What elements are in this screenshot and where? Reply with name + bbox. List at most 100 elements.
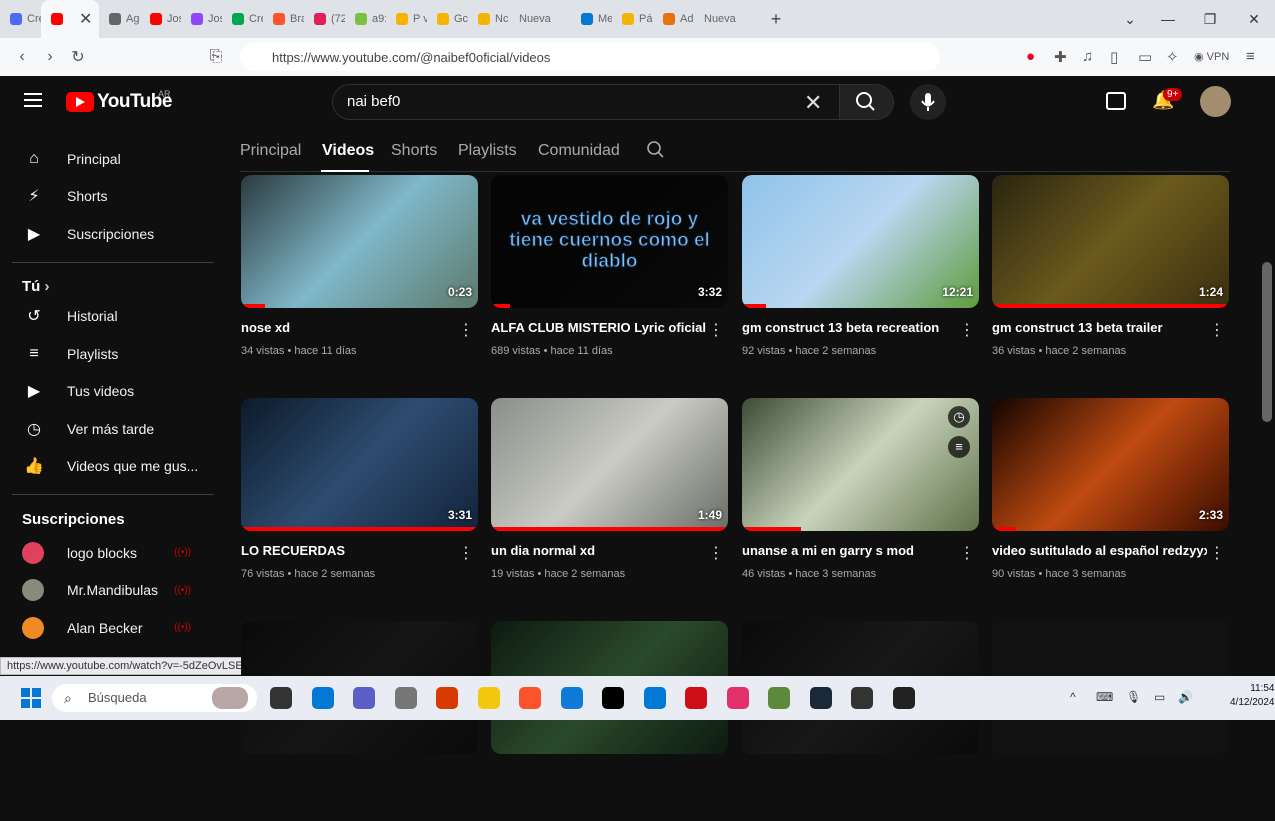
forward-button[interactable]: › — [36, 48, 64, 66]
browser-tab[interactable]: Jos — [181, 0, 222, 38]
taskbar-app-icon[interactable] — [560, 687, 583, 709]
browser-tab[interactable]: Me — [571, 0, 612, 38]
taskbar-app-icon[interactable] — [353, 687, 375, 709]
video-more-options-icon[interactable]: ⋮ — [458, 320, 474, 340]
video-card[interactable] — [491, 621, 728, 821]
video-title[interactable]: nose xd — [241, 320, 456, 335]
video-title[interactable]: gm construct 13 beta trailer — [992, 320, 1207, 335]
sidebar-item-tus-videos[interactable]: ▶ Tus videos — [0, 373, 215, 410]
tab-playlists[interactable]: Playlists — [458, 142, 517, 160]
browser-tab[interactable]: P v — [386, 0, 427, 38]
tab-videos[interactable]: Videos — [322, 142, 374, 160]
hamburger-menu-icon[interactable] — [24, 93, 42, 107]
taskbar-app-icon[interactable] — [519, 687, 541, 709]
taskbar-app-icon[interactable] — [394, 687, 417, 709]
video-thumbnail[interactable]: va vestido de rojo y tiene cuernos como … — [491, 175, 728, 308]
browser-tab[interactable]: Ag — [99, 0, 140, 38]
video-more-options-icon[interactable]: ⋮ — [959, 320, 975, 340]
video-more-options-icon[interactable]: ⋮ — [959, 543, 975, 563]
browser-tab[interactable]: Bra — [263, 0, 304, 38]
sidebar-item-historial[interactable]: ↺ Historial — [0, 298, 215, 335]
new-tab-button[interactable]: + — [756, 9, 796, 30]
video-title[interactable]: ALFA CLUB MISTERIO Lyric oficial — [491, 320, 706, 335]
taskbar-app-icon[interactable] — [643, 687, 666, 709]
video-card[interactable] — [992, 621, 1229, 821]
taskbar-app-icon[interactable] — [685, 687, 707, 709]
video-card[interactable]: va vestido de rojo y tiene cuernos como … — [491, 175, 728, 375]
tab-comunidad[interactable]: Comunidad — [538, 142, 620, 160]
browser-tab[interactable]: Pác — [612, 0, 653, 38]
taskbar-app-icon[interactable] — [851, 687, 873, 709]
video-title[interactable]: unanse a mi en garry s mod — [742, 543, 957, 558]
browser-tab[interactable]: Ad — [653, 0, 694, 38]
account-avatar[interactable] — [1200, 86, 1231, 117]
video-thumbnail[interactable]: ◷ ≡ — [742, 398, 979, 531]
subscription-item[interactable]: Mr.Mandibulas ((•)) — [0, 572, 215, 609]
network-icon[interactable]: ▭ — [1154, 690, 1165, 704]
taskbar-app-icon[interactable] — [602, 687, 624, 709]
bookmark-icon[interactable]: ⎘ — [202, 48, 230, 66]
volume-icon[interactable]: 🔊 — [1178, 690, 1193, 704]
taskbar-clock[interactable]: 11:54 4/12/2024 — [1230, 682, 1275, 710]
browser-tab[interactable]: Cre — [222, 0, 263, 38]
video-card[interactable]: 1:49 un dia normal xd 19 vistas • hace 2 s… — [491, 398, 728, 598]
sidebar-icon[interactable]: ▯ — [1110, 48, 1118, 66]
video-card[interactable]: ◷ ≡ unanse a mi en garry s mod 46 vistas • … — [742, 398, 979, 598]
channel-search-icon[interactable] — [646, 140, 666, 165]
taskbar-app-icon[interactable] — [809, 687, 832, 709]
taskbar-app-icon[interactable] — [726, 687, 749, 709]
tab-principal[interactable]: Principal — [240, 142, 301, 160]
taskbar-app-icon[interactable] — [270, 687, 292, 709]
watch-later-hover-icon[interactable]: ◷ — [948, 406, 970, 428]
windows-start-icon[interactable] — [20, 687, 42, 709]
leo-icon[interactable]: ✧ — [1166, 48, 1179, 66]
video-thumbnail[interactable]: 2:33 — [992, 398, 1229, 531]
browser-menu-icon[interactable]: ≡ — [1246, 48, 1255, 65]
mic-tray-icon[interactable]: 🎙 — [1126, 690, 1141, 704]
back-button[interactable]: ‹ — [8, 48, 36, 66]
browser-tab[interactable]: Cre — [0, 0, 41, 38]
search-input[interactable]: nai bef0 — [332, 84, 840, 120]
video-title[interactable]: un dia normal xd — [491, 543, 706, 558]
taskbar-app-icon[interactable] — [436, 687, 458, 709]
add-to-queue-hover-icon[interactable]: ≡ — [948, 436, 970, 458]
search-button[interactable] — [840, 84, 894, 120]
sidebar-item-playlists[interactable]: ≡ Playlists — [0, 335, 215, 372]
reload-button[interactable]: ↻ — [64, 47, 92, 67]
minimize-button[interactable]: — — [1148, 0, 1188, 38]
close-window-button[interactable]: ✕ — [1234, 0, 1274, 38]
sidebar-item-shorts[interactable]: ⚡ Shorts — [0, 178, 215, 215]
sidebar-item-suscripciones[interactable]: ▶ Suscripciones — [0, 215, 215, 252]
video-thumbnail[interactable]: 1:49 — [491, 398, 728, 531]
taskbar-app-icon[interactable] — [892, 687, 915, 709]
video-card[interactable] — [742, 621, 979, 821]
keyboard-icon[interactable]: ⌨ — [1096, 690, 1113, 704]
youtube-logo[interactable]: YouTube AR — [66, 89, 172, 113]
browser-tab[interactable]: Nueva — [509, 0, 571, 38]
taskbar-app-icon[interactable] — [311, 687, 334, 709]
sidebar-item-ver-m-s-tarde[interactable]: ◷ Ver más tarde — [0, 410, 215, 447]
video-thumbnail[interactable]: 3:31 — [241, 398, 478, 531]
video-more-options-icon[interactable]: ⋮ — [1209, 543, 1225, 563]
taskbar-app-icon[interactable] — [477, 687, 500, 709]
taskbar-app-icon[interactable] — [768, 687, 790, 709]
video-more-options-icon[interactable]: ⋮ — [708, 320, 724, 340]
video-card[interactable]: 3:31 LO RECUERDAS 76 vistas • hace 2 seman… — [241, 398, 478, 598]
maximize-button[interactable]: ❐ — [1190, 0, 1230, 38]
browser-tab[interactable]: Gc — [427, 0, 468, 38]
video-more-options-icon[interactable]: ⋮ — [708, 543, 724, 563]
video-more-options-icon[interactable]: ⋮ — [1209, 320, 1225, 340]
browser-tab[interactable]: ✕ — [41, 0, 99, 38]
tab-close-icon[interactable]: ✕ — [79, 9, 92, 29]
browser-tab[interactable]: Nueva — [694, 0, 756, 38]
video-card[interactable]: 2:33 video sutitulado al español redzyyx 9… — [992, 398, 1229, 598]
pinterest-icon[interactable]: ● — [1026, 48, 1035, 65]
browser-tab[interactable]: Jos — [140, 0, 181, 38]
media-icon[interactable]: ♫ — [1082, 48, 1093, 65]
browser-tab[interactable]: (72 — [304, 0, 345, 38]
video-card[interactable]: 1:24 gm construct 13 beta trailer 36 vista… — [992, 175, 1229, 375]
subscription-item[interactable]: Alan Becker ((•)) — [0, 609, 215, 646]
wallet-icon[interactable]: ▭ — [1138, 48, 1152, 66]
browser-tab[interactable]: a9: — [345, 0, 386, 38]
video-thumbnail[interactable]: 12:21 — [742, 175, 979, 308]
